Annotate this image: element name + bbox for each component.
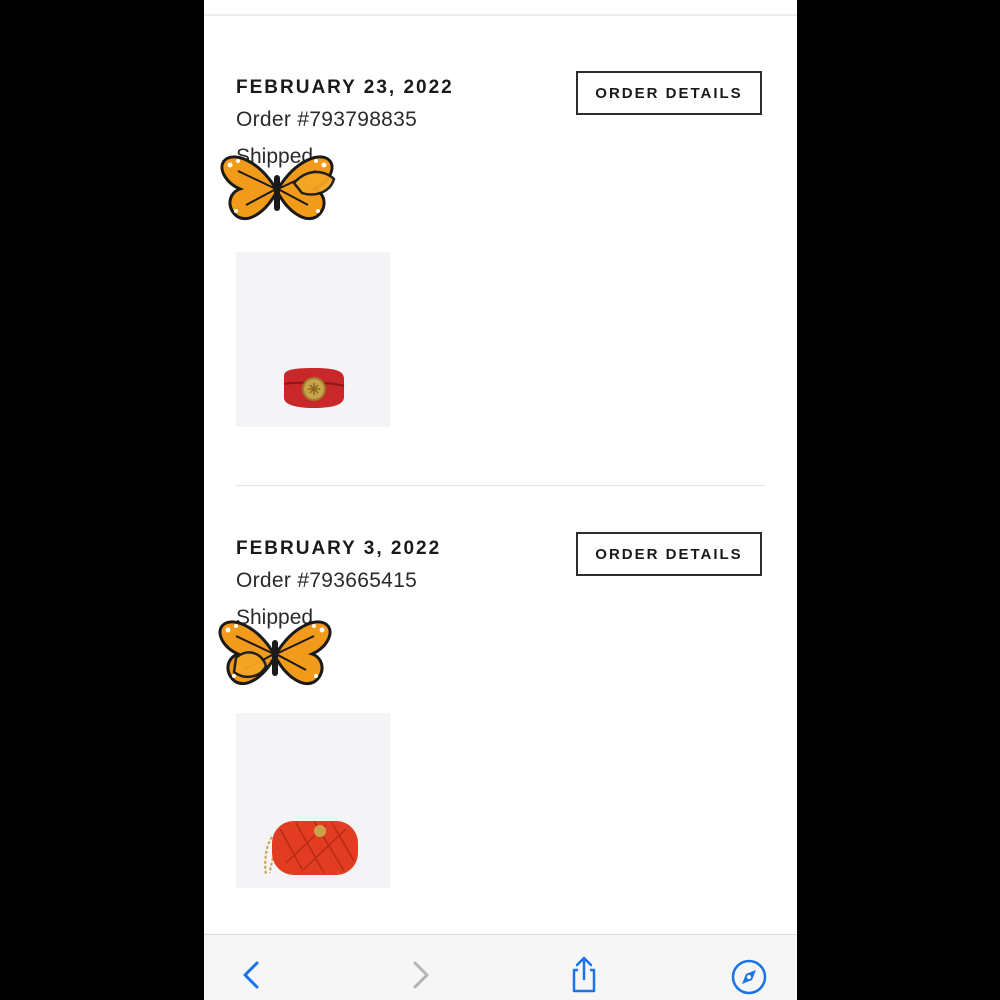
browser-viewport: FEBRUARY 23, 2022 Order #793798835 Shipp… [204,0,797,1000]
back-arrow-icon[interactable] [232,955,272,995]
section-divider [204,14,797,16]
product-image-bag[interactable] [236,713,390,888]
order-details-button[interactable]: ORDER DETAILS [576,532,762,576]
order-date: FEBRUARY 3, 2022 [236,538,442,559]
browser-toolbar [204,934,797,1000]
order-number: Order #793665415 [236,569,418,592]
order-card: FEBRUARY 3, 2022 Order #793665415 Shippe… [204,532,797,898]
order-divider [236,485,765,486]
order-number: Order #793798835 [236,108,418,131]
order-card: FEBRUARY 23, 2022 Order #793798835 Shipp… [204,71,797,437]
butterfly-sticker-icon [218,620,332,685]
forward-arrow-icon[interactable] [400,955,440,995]
share-icon[interactable] [564,955,604,995]
order-details-button[interactable]: ORDER DETAILS [576,71,762,115]
order-date: FEBRUARY 23, 2022 [236,77,454,98]
butterfly-sticker-icon [220,155,336,220]
product-image-belt[interactable] [236,252,390,427]
safari-compass-icon[interactable] [729,955,769,995]
